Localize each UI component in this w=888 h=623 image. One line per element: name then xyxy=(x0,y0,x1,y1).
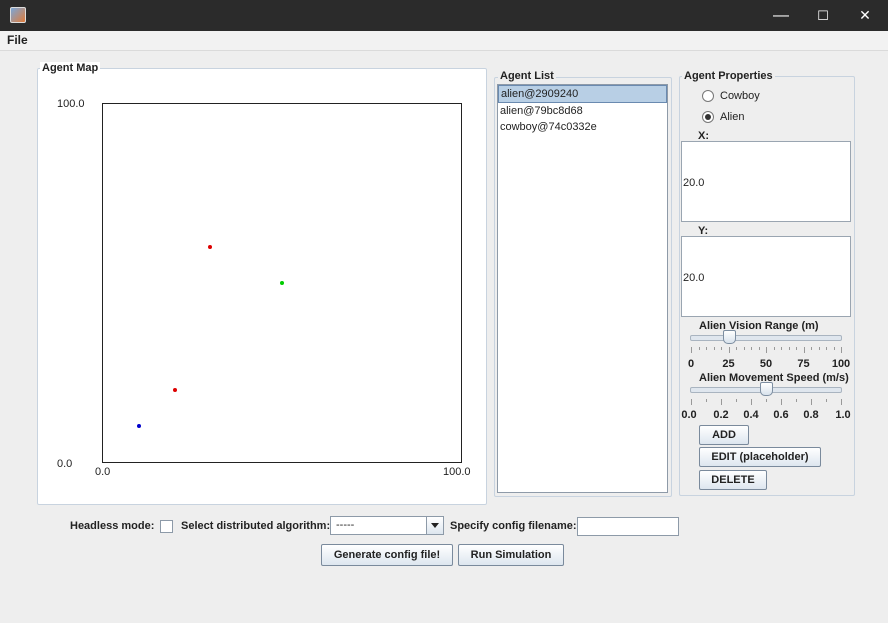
slider-tick xyxy=(736,399,737,402)
slider-tick xyxy=(691,347,692,353)
agent-dot xyxy=(172,388,177,393)
close-icon: ✕ xyxy=(859,7,871,23)
x-field-value: 20.0 xyxy=(683,177,705,189)
list-item[interactable]: alien@79bc8d68 xyxy=(498,103,667,119)
tick-label: 0.6 xyxy=(773,409,789,421)
headless-mode-checkbox[interactable] xyxy=(160,520,173,533)
tick-label: 0.4 xyxy=(743,409,759,421)
add-button[interactable]: ADD xyxy=(699,425,749,445)
slider-tick xyxy=(841,399,842,405)
slider-tick xyxy=(736,347,737,350)
maximize-button[interactable]: ☐ xyxy=(800,0,846,31)
tick-label: 75 xyxy=(797,358,810,370)
slider-tick xyxy=(706,399,707,402)
edit-button[interactable]: EDIT (placeholder) xyxy=(699,447,821,467)
tick-label: 0.2 xyxy=(713,409,729,421)
tick-label: 1.0 xyxy=(835,409,851,421)
close-button[interactable]: ✕ xyxy=(842,0,888,31)
slider-tick xyxy=(841,347,842,353)
y-min-label: 0.0 xyxy=(57,458,73,470)
radio-alien-icon xyxy=(702,111,714,123)
slider-tick xyxy=(751,347,752,350)
slider-tick xyxy=(811,399,812,405)
y-field-value: 20.0 xyxy=(683,272,705,284)
slider-tick xyxy=(743,347,745,350)
radio-cowboy-label: Cowboy xyxy=(720,90,760,102)
slider-tick xyxy=(833,347,835,350)
delete-button[interactable]: DELETE xyxy=(699,470,767,490)
agent-dot xyxy=(280,281,284,285)
speed-slider-thumb[interactable] xyxy=(760,382,773,396)
list-item[interactable]: alien@2909240 xyxy=(498,85,667,103)
slider-tick xyxy=(796,399,797,402)
slider-tick xyxy=(826,399,827,402)
generate-config-button[interactable]: Generate config file! xyxy=(321,544,453,566)
slider-tick xyxy=(751,399,752,405)
agent-dot xyxy=(208,245,213,250)
tick-label: 100 xyxy=(831,358,851,370)
minimize-icon: — xyxy=(773,6,789,24)
x-max-label: 100.0 xyxy=(443,466,471,478)
y-max-label: 100.0 xyxy=(57,98,85,110)
radio-alien[interactable]: Alien xyxy=(702,111,744,123)
slider-tick xyxy=(826,347,827,350)
run-simulation-button[interactable]: Run Simulation xyxy=(458,544,564,566)
chevron-down-icon xyxy=(431,523,439,528)
tick-label: 25 xyxy=(722,358,735,370)
tick-label: 50 xyxy=(759,358,773,370)
speed-slider-scale: 0.0 0.2 0.4 0.6 0.8 1.0 xyxy=(681,399,851,421)
slider-tick xyxy=(758,347,760,350)
vision-range-label: Alien Vision Range (m) xyxy=(699,320,819,332)
radio-alien-label: Alien xyxy=(720,111,745,123)
algorithm-select[interactable]: ----- xyxy=(330,516,444,535)
list-item[interactable]: cowboy@74c0332e xyxy=(498,119,667,135)
slider-tick xyxy=(818,347,820,350)
radio-cowboy[interactable]: Cowboy xyxy=(702,90,760,102)
vision-range-slider[interactable] xyxy=(690,335,842,341)
slider-tick xyxy=(766,399,767,402)
radio-cowboy-icon xyxy=(702,90,714,102)
slider-tick xyxy=(781,347,782,350)
maximize-icon: ☐ xyxy=(817,7,829,23)
slider-tick xyxy=(803,347,805,353)
slider-tick xyxy=(728,347,730,353)
agent-list-title: Agent List xyxy=(498,70,556,83)
tick-label: 0.8 xyxy=(803,409,819,421)
agent-map-canvas[interactable] xyxy=(102,103,462,463)
slider-tick xyxy=(698,347,700,350)
algorithm-label: Select distributed algorithm: xyxy=(181,520,331,532)
slider-tick xyxy=(691,399,692,405)
slider-tick xyxy=(713,347,715,350)
slider-tick xyxy=(721,399,722,405)
agent-properties-title: Agent Properties xyxy=(682,70,775,83)
slider-tick xyxy=(766,347,767,353)
java-app-icon xyxy=(10,7,26,23)
slider-tick xyxy=(788,347,790,350)
vision-slider-thumb[interactable] xyxy=(722,330,736,344)
config-filename-label: Specify config filename: xyxy=(450,520,577,532)
dropdown-button[interactable] xyxy=(426,517,443,534)
agent-map-title: Agent Map xyxy=(40,62,101,75)
headless-mode-label: Headless mode: xyxy=(70,520,155,532)
y-field[interactable]: 20.0 xyxy=(681,236,851,317)
x-min-label: 0.0 xyxy=(95,466,111,478)
algorithm-select-value: ----- xyxy=(336,519,355,531)
movement-speed-label: Alien Movement Speed (m/s) xyxy=(699,372,849,384)
menu-bar xyxy=(0,31,888,51)
slider-tick xyxy=(781,399,782,405)
tick-label: 0 xyxy=(687,358,695,370)
tick-label: 0.0 xyxy=(681,409,697,421)
slider-tick xyxy=(721,347,722,350)
config-filename-input[interactable] xyxy=(577,517,679,536)
agent-list[interactable]: alien@2909240 alien@79bc8d68 cowboy@74c0… xyxy=(497,84,668,493)
menu-file[interactable]: File xyxy=(7,33,28,47)
slider-tick xyxy=(773,347,775,350)
title-bar xyxy=(0,0,888,31)
slider-tick xyxy=(796,347,797,350)
slider-tick xyxy=(706,347,707,350)
minimize-button[interactable]: — xyxy=(758,0,804,31)
agent-dot xyxy=(136,424,141,429)
x-field[interactable]: 20.0 xyxy=(681,141,851,222)
slider-tick xyxy=(811,347,812,350)
